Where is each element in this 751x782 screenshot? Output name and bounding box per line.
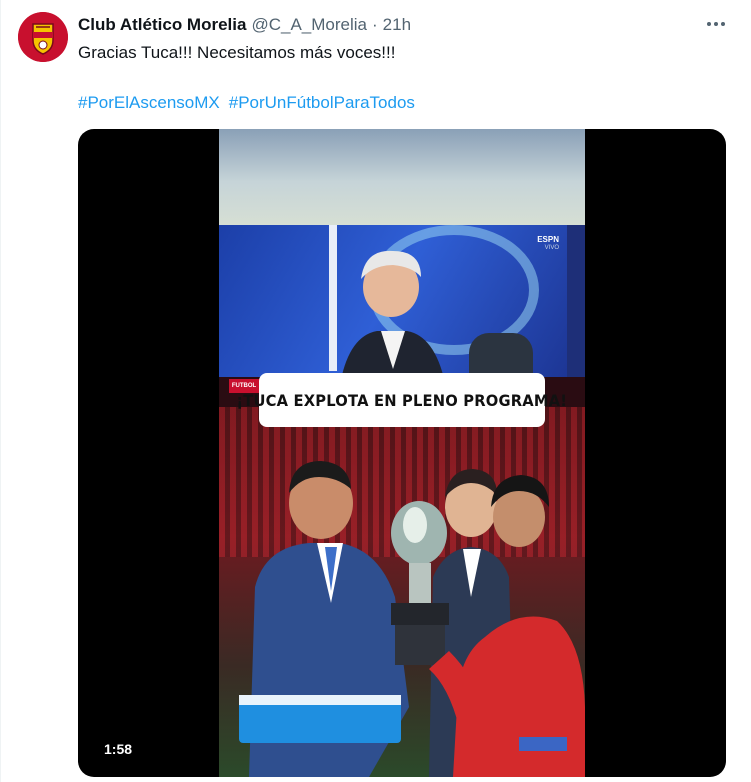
trophy-ceremony-scene (219, 407, 585, 777)
broadcaster-logo: ESPN VIVO (537, 235, 559, 251)
separator-dot: · (371, 15, 378, 34)
video-player[interactable]: ESPN VIVO FUTBOL ¡TUCA EXPLOTA EN PLENO … (78, 129, 726, 777)
timeline-border (0, 0, 1, 782)
tweet-header: Club Atlético Morelia @C_A_Morelia · 21h (78, 14, 411, 36)
hashtag-list: #PorElAscensoMX #PorUnFútbolParaTodos (78, 92, 415, 114)
tweet-timestamp[interactable]: 21h (383, 15, 411, 35)
club-crest-icon (18, 12, 68, 62)
hashtag-link[interactable]: #PorUnFútbolParaTodos (229, 92, 415, 114)
more-horizontal-icon[interactable] (705, 14, 727, 34)
video-caption: ¡TUCA EXPLOTA EN PLENO PROGRAMA! (237, 373, 567, 427)
author-handle[interactable]: @C_A_Morelia (251, 15, 367, 35)
author-avatar[interactable] (18, 12, 68, 62)
hashtag-link[interactable]: #PorElAscensoMX (78, 92, 220, 114)
author-name[interactable]: Club Atlético Morelia (78, 15, 246, 35)
video-duration: 1:58 (104, 741, 133, 757)
tweet-text: Gracias Tuca!!! Necesitamos más voces!!! (78, 43, 396, 62)
video-top-blur (219, 129, 585, 225)
video-frame[interactable]: ESPN VIVO FUTBOL ¡TUCA EXPLOTA EN PLENO … (219, 129, 585, 777)
